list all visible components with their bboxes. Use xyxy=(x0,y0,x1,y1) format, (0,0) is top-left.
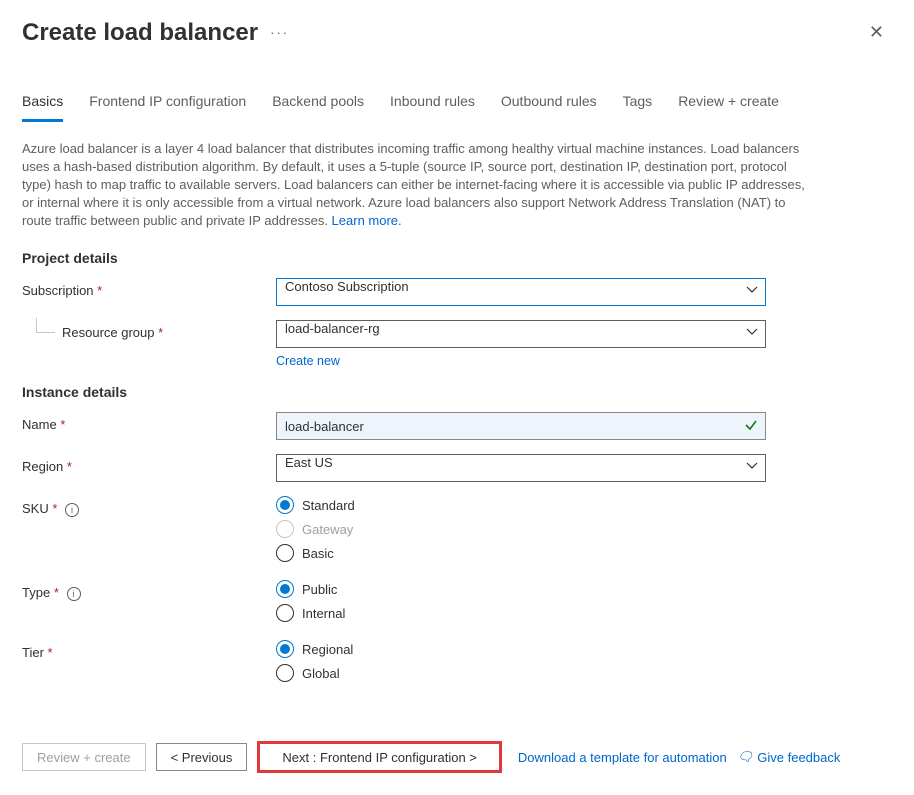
check-icon xyxy=(744,418,758,435)
section-project-details: Project details xyxy=(22,250,808,266)
create-new-link[interactable]: Create new xyxy=(276,354,340,368)
more-icon[interactable]: ··· xyxy=(270,25,289,40)
radio-label: Regional xyxy=(302,642,353,657)
tab-outbound-rules[interactable]: Outbound rules xyxy=(501,93,597,122)
info-icon[interactable]: i xyxy=(67,587,81,601)
next-button[interactable]: Next : Frontend IP configuration > xyxy=(257,741,502,773)
sku-label: SKU * i xyxy=(22,496,276,517)
tab-review-create[interactable]: Review + create xyxy=(678,93,779,122)
radio-label: Internal xyxy=(302,606,345,621)
previous-button[interactable]: < Previous xyxy=(156,743,248,771)
close-icon[interactable]: ✕ xyxy=(861,18,892,47)
radio-icon xyxy=(276,496,294,514)
subscription-select[interactable]: Contoso Subscription xyxy=(276,278,766,306)
radio-icon xyxy=(276,604,294,622)
radio-label: Gateway xyxy=(302,522,353,537)
tier-label: Tier * xyxy=(22,640,276,660)
radio-icon xyxy=(276,544,294,562)
give-feedback-link[interactable]: 🗨 Give feedback xyxy=(737,749,841,765)
tab-backend-pools[interactable]: Backend pools xyxy=(272,93,364,122)
subscription-label: Subscription * xyxy=(22,278,276,298)
download-template-link[interactable]: Download a template for automation xyxy=(518,750,727,765)
name-input[interactable] xyxy=(276,412,766,440)
tier-option-global[interactable]: Global xyxy=(276,664,766,682)
resource-group-label: Resource group * xyxy=(22,320,276,340)
radio-icon xyxy=(276,520,294,538)
tab-inbound-rules[interactable]: Inbound rules xyxy=(390,93,475,122)
sku-option-standard[interactable]: Standard xyxy=(276,496,766,514)
resource-group-select[interactable]: load-balancer-rg xyxy=(276,320,766,348)
radio-icon xyxy=(276,664,294,682)
region-select[interactable]: East US xyxy=(276,454,766,482)
sku-option-basic[interactable]: Basic xyxy=(276,544,766,562)
blade-header: Create load balancer ··· ✕ xyxy=(0,0,914,53)
info-icon[interactable]: i xyxy=(65,503,79,517)
tab-bar: Basics Frontend IP configuration Backend… xyxy=(0,53,914,122)
radio-label: Basic xyxy=(302,546,334,561)
description-text: Azure load balancer is a layer 4 load ba… xyxy=(22,140,808,230)
description-body: Azure load balancer is a layer 4 load ba… xyxy=(22,141,805,228)
learn-more-link[interactable]: Learn more. xyxy=(332,213,402,228)
radio-icon xyxy=(276,580,294,598)
radio-label: Standard xyxy=(302,498,355,513)
page-title: Create load balancer xyxy=(22,19,258,47)
type-option-public[interactable]: Public xyxy=(276,580,766,598)
tier-option-regional[interactable]: Regional xyxy=(276,640,766,658)
name-label: Name * xyxy=(22,412,276,432)
feedback-icon: 🗨 xyxy=(737,749,754,765)
radio-label: Public xyxy=(302,582,337,597)
feedback-label: Give feedback xyxy=(757,750,840,765)
region-label: Region * xyxy=(22,454,276,474)
sku-option-gateway: Gateway xyxy=(276,520,766,538)
radio-label: Global xyxy=(302,666,340,681)
type-label: Type * i xyxy=(22,580,276,601)
tab-tags[interactable]: Tags xyxy=(623,93,653,122)
type-option-internal[interactable]: Internal xyxy=(276,604,766,622)
footer-bar: Review + create < Previous Next : Fronte… xyxy=(0,719,914,795)
review-create-button[interactable]: Review + create xyxy=(22,743,146,771)
tab-frontend-ip[interactable]: Frontend IP configuration xyxy=(89,93,246,122)
tier-radio-group: Regional Global xyxy=(276,640,766,682)
radio-icon xyxy=(276,640,294,658)
type-radio-group: Public Internal xyxy=(276,580,766,622)
sku-radio-group: Standard Gateway Basic xyxy=(276,496,766,562)
tab-basics[interactable]: Basics xyxy=(22,93,63,122)
section-instance-details: Instance details xyxy=(22,384,808,400)
